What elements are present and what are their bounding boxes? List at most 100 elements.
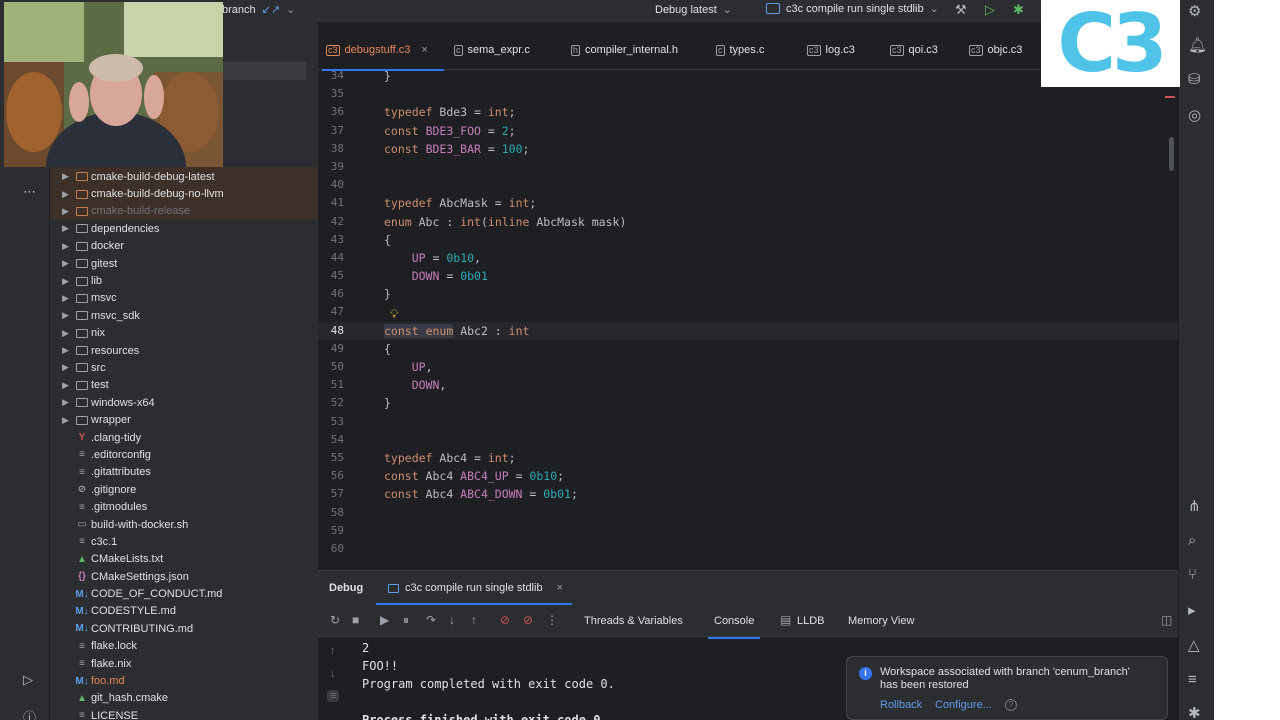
code-text[interactable]: UP = 0b10, (384, 249, 481, 267)
code-text[interactable]: const BDE3_BAR = 100; (384, 140, 529, 158)
tree-item[interactable]: ≡ .gitattributes (50, 464, 318, 481)
chevron-right-icon[interactable]: ▶ (62, 293, 69, 304)
pause-icon[interactable]: ⏸ (403, 613, 409, 628)
chevron-right-icon[interactable]: ▶ (62, 328, 69, 339)
tree-item[interactable]: ▲ git_hash.cmake (50, 690, 318, 707)
code-line[interactable]: 47 💡︎ (318, 303, 1178, 321)
code-text[interactable]: typedef AbcMask = int; (384, 194, 536, 212)
more-tools-icon[interactable]: ⋯ (23, 184, 36, 200)
code-line[interactable]: 49 { (318, 340, 1178, 358)
tree-item[interactable]: Y .clang-tidy (50, 429, 318, 446)
code-line[interactable]: 36 typedef Bde3 = int; (318, 103, 1178, 121)
run-target-selector[interactable]: c3c compile run single stdlib ⌄ (766, 2, 939, 15)
terminal-icon[interactable]: ▸ (1188, 601, 1196, 619)
code-text[interactable]: typedef Bde3 = int; (384, 103, 516, 121)
rollback-link[interactable]: Rollback (880, 699, 922, 711)
tree-item[interactable]: ≡ c3c.1 (50, 533, 318, 550)
code-text[interactable]: { (384, 231, 391, 249)
code-text[interactable]: const Abc4 ABC4_DOWN = 0b01; (384, 485, 578, 503)
tree-item[interactable]: ≡ flake.lock (50, 638, 318, 655)
editor-scrollbar[interactable] (1169, 137, 1174, 171)
chevron-right-icon[interactable]: ▶ (62, 310, 69, 321)
code-text[interactable]: DOWN = 0b01 (384, 267, 488, 285)
code-line[interactable]: 45 DOWN = 0b01 (318, 267, 1178, 285)
notifications-bell-icon[interactable]: 🔔︎ (1188, 36, 1207, 54)
console-output[interactable]: 2 FOO!! Program completed with exit code 0… (362, 639, 615, 720)
tree-item[interactable]: M↓ CONTRIBUTING.md (50, 620, 318, 637)
code-line[interactable]: 38 const BDE3_BAR = 100; (318, 140, 1178, 158)
tree-item[interactable]: ▶ cmake-build-debug-latest (50, 168, 318, 185)
editor-tab[interactable]: c sema_expr.c (454, 38, 530, 62)
problems-icon[interactable]: ⓘ (23, 707, 36, 720)
code-line[interactable]: 54 (318, 431, 1178, 449)
resume-icon[interactable]: ▶ (380, 613, 389, 627)
step-into-icon[interactable]: ↓ (449, 613, 455, 627)
chevron-right-icon[interactable]: ▶ (62, 206, 69, 217)
editor-tab[interactable]: c3 qoi.c3 (890, 38, 938, 62)
code-line[interactable]: 55 typedef Abc4 = int; (318, 449, 1178, 467)
tree-item[interactable]: ▶ resources (50, 342, 318, 359)
tree-item[interactable]: ≡ flake.nix (50, 655, 318, 672)
rerun-icon[interactable]: ↻ (330, 613, 340, 627)
code-line[interactable]: 53 (318, 413, 1178, 431)
branch-widget[interactable]: branch ↙↗ ⌄ (222, 3, 295, 16)
layout-icon[interactable]: ◫ (1161, 613, 1172, 627)
debug-bug-icon[interactable]: ✱ (1013, 2, 1024, 18)
code-line[interactable]: 43 { (318, 231, 1178, 249)
editor-tab[interactable]: c3 debugstuff.c3 × (326, 38, 428, 62)
code-editor[interactable]: c3 debugstuff.c3 × c sema_expr.c h compiler_in… (318, 22, 1178, 570)
code-line[interactable]: 40 (318, 176, 1178, 194)
code-text[interactable]: { (384, 340, 391, 358)
code-text[interactable]: } (384, 394, 391, 412)
code-line[interactable]: 58 (318, 504, 1178, 522)
code-text[interactable]: typedef Abc4 = int; (384, 449, 516, 467)
scroll-up-icon[interactable]: ↑ (330, 645, 336, 657)
code-line[interactable]: 44 UP = 0b10, (318, 249, 1178, 267)
settings-gear-icon[interactable]: ⚙ (1188, 2, 1201, 20)
tree-item[interactable]: ▶ msvc (50, 290, 318, 307)
tab-console[interactable]: Console (707, 615, 761, 639)
mute-breakpoints-icon[interactable]: ⊘ (523, 613, 533, 627)
chevron-right-icon[interactable]: ▶ (62, 415, 69, 426)
search-icon[interactable]: ⌕ (1188, 532, 1196, 549)
debug-session-tab[interactable]: c3c compile run single stdlib × (388, 582, 563, 594)
code-line[interactable]: 56 const Abc4 ABC4_UP = 0b10; (318, 467, 1178, 485)
chevron-right-icon[interactable]: ▶ (62, 241, 69, 252)
tree-item[interactable]: M↓ CODESTYLE.md (50, 603, 318, 620)
chevron-right-icon[interactable]: ▶ (62, 397, 69, 408)
editor-tab[interactable]: h compiler_internal.h (571, 38, 678, 62)
code-text[interactable]: } (384, 67, 391, 85)
code-line[interactable]: 50 UP, (318, 358, 1178, 376)
run-icon[interactable]: ▷ (985, 2, 995, 18)
configure-link[interactable]: Configure... (935, 699, 992, 711)
tree-item[interactable]: ≡ .gitmodules (50, 498, 318, 515)
tree-item[interactable]: ▶ test (50, 377, 318, 394)
code-text[interactable]: const BDE3_FOO = 2; (384, 122, 516, 140)
problems-warning-icon[interactable]: △ (1188, 636, 1200, 654)
editor-tab[interactable]: c types.c (716, 38, 764, 62)
more-options-icon[interactable]: ⋮ (546, 613, 558, 627)
code-text[interactable]: const Abc4 ABC4_UP = 0b10; (384, 467, 564, 485)
tree-item[interactable]: ▶ docker (50, 238, 318, 255)
close-icon[interactable]: × (421, 44, 427, 56)
code-line[interactable]: 39 (318, 158, 1178, 176)
view-breakpoints-icon[interactable]: ⊘ (500, 613, 510, 627)
chevron-right-icon[interactable]: ▶ (62, 276, 69, 287)
editor-tab[interactable]: c3 objc.c3 (969, 38, 1022, 62)
code-line[interactable]: 60 (318, 540, 1178, 558)
code-line[interactable]: 57 const Abc4 ABC4_DOWN = 0b01; (318, 485, 1178, 503)
chevron-right-icon[interactable]: ▶ (62, 171, 69, 182)
error-marker[interactable] (1165, 96, 1175, 98)
tree-item[interactable]: ▲ CMakeLists.txt (50, 551, 318, 568)
tree-item[interactable]: ▶ lib (50, 272, 318, 289)
tree-item[interactable]: M↓ foo.md (50, 672, 318, 689)
structure-icon[interactable]: ⋔ (1188, 497, 1201, 515)
stop-icon[interactable]: ■ (352, 613, 359, 627)
services-icon[interactable]: ▷ (23, 672, 33, 688)
chevron-right-icon[interactable]: ▶ (62, 380, 69, 391)
todo-list-icon[interactable]: ≡ (1188, 671, 1197, 688)
tree-item[interactable]: ≡ LICENSE (50, 707, 318, 720)
tree-item[interactable]: M↓ CODE_OF_CONDUCT.md (50, 585, 318, 602)
chevron-right-icon[interactable]: ▶ (62, 223, 69, 234)
code-line[interactable]: 37 const BDE3_FOO = 2; (318, 122, 1178, 140)
